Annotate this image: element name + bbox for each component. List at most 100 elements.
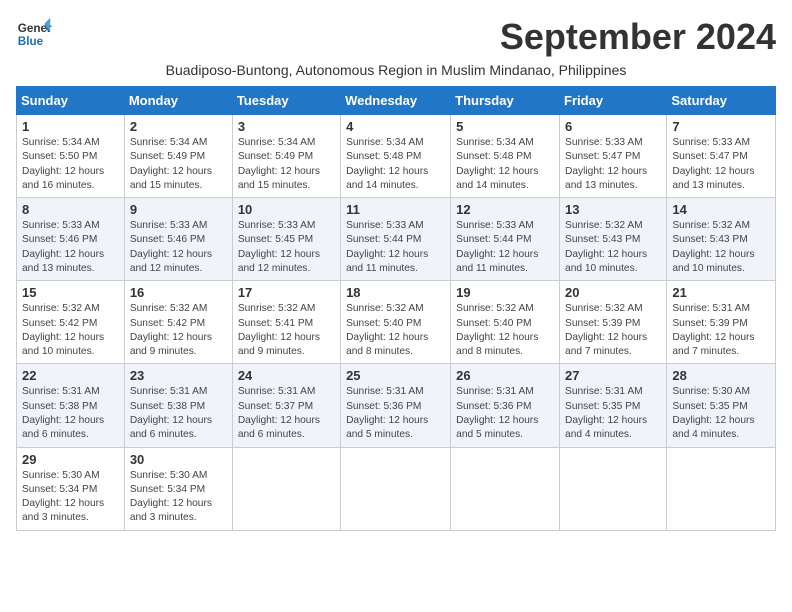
header-section: General Blue September 2024 [16, 16, 776, 58]
day-number: 20 [565, 285, 661, 300]
day-number: 19 [456, 285, 554, 300]
day-info: Sunrise: 5:32 AM Sunset: 5:42 PM Dayligh… [22, 302, 119, 359]
calendar-cell: 2 Sunrise: 5:34 AM Sunset: 5:49 PM Daylig… [124, 115, 232, 198]
day-info: Sunrise: 5:30 AM Sunset: 5:35 PM Dayligh… [672, 385, 770, 442]
day-number: 22 [22, 368, 119, 383]
calendar-cell: 29 Sunrise: 5:30 AM Sunset: 5:34 PM Dayli… [17, 447, 125, 530]
day-info: Sunrise: 5:34 AM Sunset: 5:50 PM Dayligh… [22, 136, 119, 193]
calendar-cell: 20 Sunrise: 5:32 AM Sunset: 5:39 PM Dayli… [560, 281, 667, 364]
day-number: 2 [130, 119, 227, 134]
calendar-cell [232, 447, 340, 530]
week-row-3: 15 Sunrise: 5:32 AM Sunset: 5:42 PM Dayli… [17, 281, 776, 364]
calendar-cell: 30Sunrise: 5:30 AM Sunset: 5:34 PM Dayli… [124, 447, 232, 530]
day-number: 30 [130, 452, 227, 467]
calendar-cell: 24Sunrise: 5:31 AM Sunset: 5:37 PM Dayli… [232, 364, 340, 447]
calendar-cell: 14 Sunrise: 5:32 AM Sunset: 5:43 PM Dayli… [667, 198, 776, 281]
calendar-cell [451, 447, 560, 530]
day-number: 7 [672, 119, 770, 134]
calendar-cell: 18 Sunrise: 5:32 AM Sunset: 5:40 PM Dayli… [341, 281, 451, 364]
week-row-5: 29 Sunrise: 5:30 AM Sunset: 5:34 PM Dayli… [17, 447, 776, 530]
month-title: September 2024 [500, 16, 776, 58]
day-number: 13 [565, 202, 661, 217]
calendar-cell: 19 Sunrise: 5:32 AM Sunset: 5:40 PM Dayli… [451, 281, 560, 364]
day-number: 23 [130, 368, 227, 383]
subtitle: Buadiposo-Buntong, Autonomous Region in … [16, 62, 776, 78]
day-number: 18 [346, 285, 445, 300]
day-info: Sunrise: 5:32 AM Sunset: 5:41 PM Dayligh… [238, 302, 335, 359]
day-info: Sunrise: 5:33 AM Sunset: 5:47 PM Dayligh… [565, 136, 661, 193]
day-info: Sunrise: 5:32 AM Sunset: 5:40 PM Dayligh… [346, 302, 445, 359]
day-info: Sunrise: 5:32 AM Sunset: 5:42 PM Dayligh… [130, 302, 227, 359]
day-number: 21 [672, 285, 770, 300]
calendar-cell: 6 Sunrise: 5:33 AM Sunset: 5:47 PM Daylig… [560, 115, 667, 198]
calendar-cell: 17 Sunrise: 5:32 AM Sunset: 5:41 PM Dayli… [232, 281, 340, 364]
day-info: Sunrise: 5:32 AM Sunset: 5:43 PM Dayligh… [672, 219, 770, 276]
day-info: Sunrise: 5:31 AM Sunset: 5:39 PM Dayligh… [672, 302, 770, 359]
calendar-cell: 4 Sunrise: 5:34 AM Sunset: 5:48 PM Daylig… [341, 115, 451, 198]
day-info: Sunrise: 5:33 AM Sunset: 5:44 PM Dayligh… [346, 219, 445, 276]
weekday-header-row: SundayMondayTuesdayWednesdayThursdayFrid… [17, 87, 776, 115]
svg-text:Blue: Blue [18, 35, 44, 48]
calendar-cell: 23 Sunrise: 5:31 AM Sunset: 5:38 PM Dayli… [124, 364, 232, 447]
week-row-1: 1Sunrise: 5:34 AM Sunset: 5:50 PM Daylig… [17, 115, 776, 198]
calendar-cell: 16 Sunrise: 5:32 AM Sunset: 5:42 PM Dayli… [124, 281, 232, 364]
weekday-header-monday: Monday [124, 87, 232, 115]
day-info: Sunrise: 5:31 AM Sunset: 5:36 PM Dayligh… [346, 385, 445, 442]
weekday-header-sunday: Sunday [17, 87, 125, 115]
day-info: Sunrise: 5:34 AM Sunset: 5:48 PM Dayligh… [456, 136, 554, 193]
weekday-header-thursday: Thursday [451, 87, 560, 115]
calendar-table: SundayMondayTuesdayWednesdayThursdayFrid… [16, 86, 776, 531]
calendar-cell: 8 Sunrise: 5:33 AM Sunset: 5:46 PM Daylig… [17, 198, 125, 281]
day-info: Sunrise: 5:34 AM Sunset: 5:49 PM Dayligh… [238, 136, 335, 193]
calendar-cell: 28Sunrise: 5:30 AM Sunset: 5:35 PM Dayli… [667, 364, 776, 447]
calendar-cell: 12Sunrise: 5:33 AM Sunset: 5:44 PM Dayli… [451, 198, 560, 281]
day-number: 4 [346, 119, 445, 134]
day-info: Sunrise: 5:31 AM Sunset: 5:38 PM Dayligh… [130, 385, 227, 442]
day-number: 14 [672, 202, 770, 217]
day-number: 15 [22, 285, 119, 300]
weekday-header-friday: Friday [560, 87, 667, 115]
calendar-cell: 9 Sunrise: 5:33 AM Sunset: 5:46 PM Daylig… [124, 198, 232, 281]
day-number: 26 [456, 368, 554, 383]
day-number: 5 [456, 119, 554, 134]
day-info: Sunrise: 5:31 AM Sunset: 5:38 PM Dayligh… [22, 385, 119, 442]
calendar-cell [560, 447, 667, 530]
calendar-cell [341, 447, 451, 530]
calendar-cell: 3Sunrise: 5:34 AM Sunset: 5:49 PM Daylig… [232, 115, 340, 198]
calendar-cell: 15 Sunrise: 5:32 AM Sunset: 5:42 PM Dayli… [17, 281, 125, 364]
day-info: Sunrise: 5:32 AM Sunset: 5:40 PM Dayligh… [456, 302, 554, 359]
day-info: Sunrise: 5:33 AM Sunset: 5:46 PM Dayligh… [130, 219, 227, 276]
logo-icon: General Blue [16, 16, 52, 52]
day-number: 27 [565, 368, 661, 383]
day-info: Sunrise: 5:34 AM Sunset: 5:49 PM Dayligh… [130, 136, 227, 193]
day-info: Sunrise: 5:33 AM Sunset: 5:46 PM Dayligh… [22, 219, 119, 276]
day-number: 10 [238, 202, 335, 217]
day-number: 24 [238, 368, 335, 383]
calendar-cell: 5 Sunrise: 5:34 AM Sunset: 5:48 PM Daylig… [451, 115, 560, 198]
day-number: 29 [22, 452, 119, 467]
day-info: Sunrise: 5:33 AM Sunset: 5:45 PM Dayligh… [238, 219, 335, 276]
calendar-cell: 11 Sunrise: 5:33 AM Sunset: 5:44 PM Dayli… [341, 198, 451, 281]
weekday-header-wednesday: Wednesday [341, 87, 451, 115]
day-number: 17 [238, 285, 335, 300]
day-info: Sunrise: 5:31 AM Sunset: 5:36 PM Dayligh… [456, 385, 554, 442]
weekday-header-saturday: Saturday [667, 87, 776, 115]
day-info: Sunrise: 5:32 AM Sunset: 5:43 PM Dayligh… [565, 219, 661, 276]
day-number: 9 [130, 202, 227, 217]
calendar-cell: 26 Sunrise: 5:31 AM Sunset: 5:36 PM Dayli… [451, 364, 560, 447]
calendar-cell: 22 Sunrise: 5:31 AM Sunset: 5:38 PM Dayli… [17, 364, 125, 447]
calendar-cell: 1Sunrise: 5:34 AM Sunset: 5:50 PM Daylig… [17, 115, 125, 198]
day-info: Sunrise: 5:30 AM Sunset: 5:34 PM Dayligh… [22, 469, 119, 526]
day-number: 11 [346, 202, 445, 217]
day-info: Sunrise: 5:34 AM Sunset: 5:48 PM Dayligh… [346, 136, 445, 193]
weekday-header-tuesday: Tuesday [232, 87, 340, 115]
logo: General Blue [16, 16, 52, 52]
calendar-cell: 25Sunrise: 5:31 AM Sunset: 5:36 PM Dayli… [341, 364, 451, 447]
day-number: 16 [130, 285, 227, 300]
day-number: 8 [22, 202, 119, 217]
calendar-cell: 27Sunrise: 5:31 AM Sunset: 5:35 PM Dayli… [560, 364, 667, 447]
week-row-2: 8 Sunrise: 5:33 AM Sunset: 5:46 PM Daylig… [17, 198, 776, 281]
day-number: 6 [565, 119, 661, 134]
day-info: Sunrise: 5:33 AM Sunset: 5:47 PM Dayligh… [672, 136, 770, 193]
day-info: Sunrise: 5:32 AM Sunset: 5:39 PM Dayligh… [565, 302, 661, 359]
